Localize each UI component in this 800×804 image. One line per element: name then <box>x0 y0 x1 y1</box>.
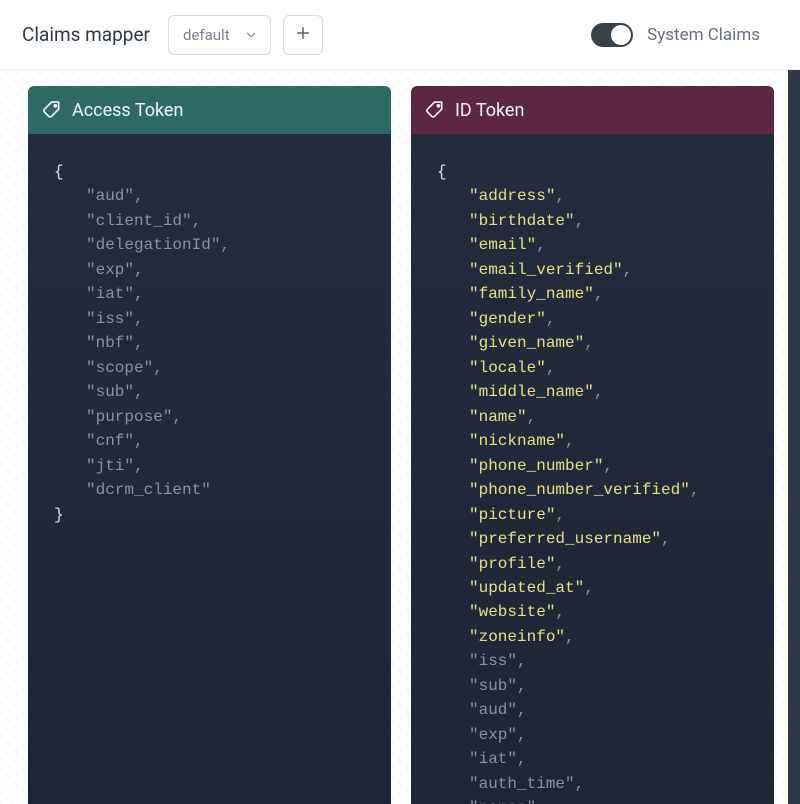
toggle-knob <box>611 25 631 45</box>
system-claims-toggle[interactable] <box>591 23 633 47</box>
right-edge-strip <box>788 0 800 804</box>
tag-icon <box>42 100 62 120</box>
access-token-card: Access Token { "aud", "client_id", "dele… <box>28 86 391 804</box>
chevron-down-icon <box>244 28 258 42</box>
id-token-card: ID Token { "address", "birthdate", "emai… <box>411 86 774 804</box>
access-token-title: Access Token <box>72 100 183 121</box>
access-token-header[interactable]: Access Token <box>28 86 391 134</box>
id-token-header[interactable]: ID Token <box>411 86 774 134</box>
mapper-select[interactable]: default <box>168 15 271 55</box>
id-token-title: ID Token <box>455 100 524 121</box>
system-claims-label: System Claims <box>647 25 760 45</box>
content-area: Access Token { "aud", "client_id", "dele… <box>0 70 788 804</box>
add-mapper-button[interactable] <box>283 15 323 55</box>
id-token-body: { "address", "birthdate", "email", "emai… <box>411 134 774 804</box>
claims-mapper-toolbar: Claims mapper default System Claims <box>0 0 800 70</box>
access-token-body: { "aud", "client_id", "delegationId", "e… <box>28 134 391 804</box>
plus-icon <box>294 24 312 46</box>
tag-icon <box>425 100 445 120</box>
mapper-select-value: default <box>183 26 230 44</box>
page-title: Claims mapper <box>22 23 150 46</box>
